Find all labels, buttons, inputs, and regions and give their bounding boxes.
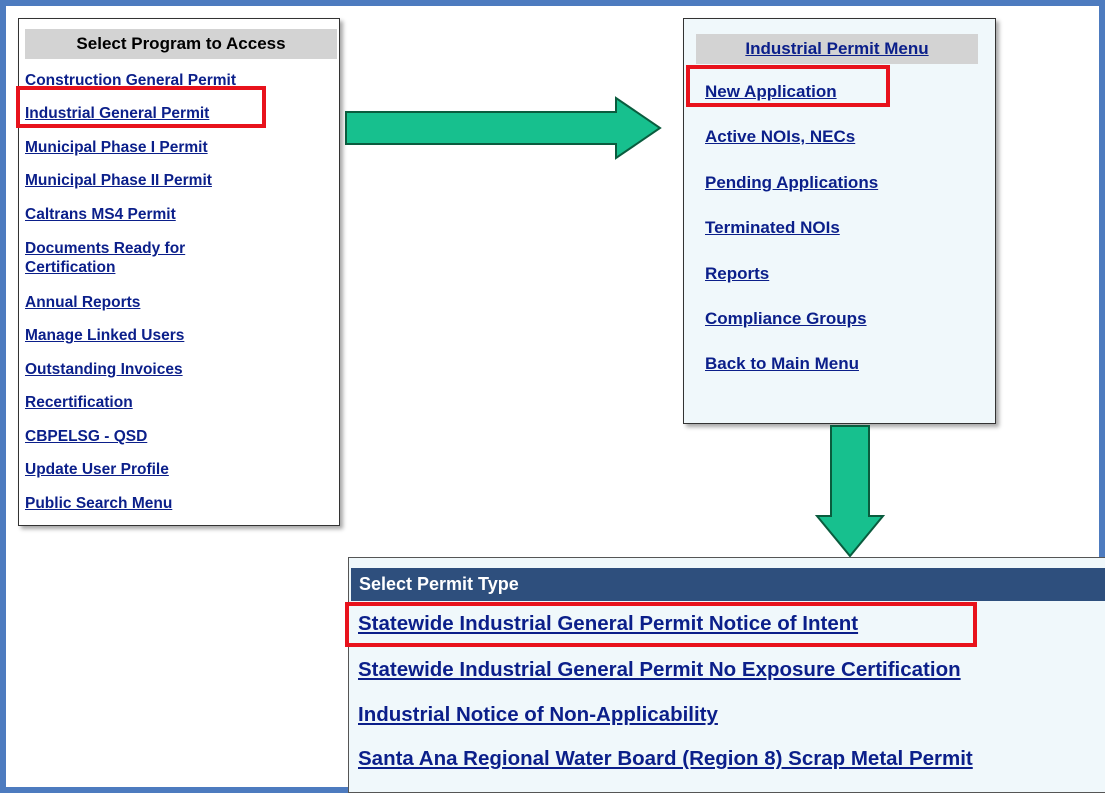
link-documents-ready-for-certification-line2[interactable]: Certification xyxy=(25,259,115,277)
program-panel-header: Select Program to Access xyxy=(25,29,337,59)
arrow-right-icon xyxy=(345,96,662,160)
link-documents-ready-for-certification[interactable]: Documents Ready for xyxy=(25,240,185,258)
link-compliance-groups[interactable]: Compliance Groups xyxy=(705,309,867,329)
link-active-nois-necs[interactable]: Active NOIs, NECs xyxy=(705,127,855,147)
link-pending-applications[interactable]: Pending Applications xyxy=(705,173,878,193)
link-noi-permit[interactable]: Statewide Industrial General Permit Noti… xyxy=(358,612,858,636)
arrow-down-icon xyxy=(814,425,886,558)
program-select-panel: Select Program to Access Construction Ge… xyxy=(18,18,340,526)
industrial-permit-menu-panel: Industrial Permit Menu New Application A… xyxy=(683,18,996,424)
link-annual-reports[interactable]: Annual Reports xyxy=(25,294,140,312)
industrial-menu-header: Industrial Permit Menu xyxy=(696,34,978,64)
link-municipal-phase-i-permit[interactable]: Municipal Phase I Permit xyxy=(25,139,208,157)
link-update-user-profile[interactable]: Update User Profile xyxy=(25,461,169,479)
permit-type-header: Select Permit Type xyxy=(351,568,1105,601)
link-industrial-general-permit[interactable]: Industrial General Permit xyxy=(25,105,209,123)
link-scrap-metal-permit[interactable]: Santa Ana Regional Water Board (Region 8… xyxy=(358,747,973,771)
link-municipal-phase-ii-permit[interactable]: Municipal Phase II Permit xyxy=(25,172,212,190)
link-reports[interactable]: Reports xyxy=(705,264,769,284)
screenshot-frame: Select Program to Access Construction Ge… xyxy=(0,0,1105,793)
link-non-applicability[interactable]: Industrial Notice of Non-Applicability xyxy=(358,703,718,727)
link-recertification[interactable]: Recertification xyxy=(25,394,133,412)
link-cbpelsg-qsd[interactable]: CBPELSG - QSD xyxy=(25,428,147,446)
link-caltrans-ms4-permit[interactable]: Caltrans MS4 Permit xyxy=(25,206,176,224)
link-new-application[interactable]: New Application xyxy=(705,82,837,102)
link-outstanding-invoices[interactable]: Outstanding Invoices xyxy=(25,361,183,379)
link-nec-permit[interactable]: Statewide Industrial General Permit No E… xyxy=(358,658,961,682)
link-terminated-nois[interactable]: Terminated NOIs xyxy=(705,218,840,238)
link-manage-linked-users[interactable]: Manage Linked Users xyxy=(25,327,184,345)
link-construction-general-permit[interactable]: Construction General Permit xyxy=(25,72,236,90)
link-back-to-main-menu[interactable]: Back to Main Menu xyxy=(705,354,859,374)
link-public-search-menu[interactable]: Public Search Menu xyxy=(25,495,172,513)
permit-type-panel: Select Permit Type Statewide Industrial … xyxy=(348,557,1105,793)
